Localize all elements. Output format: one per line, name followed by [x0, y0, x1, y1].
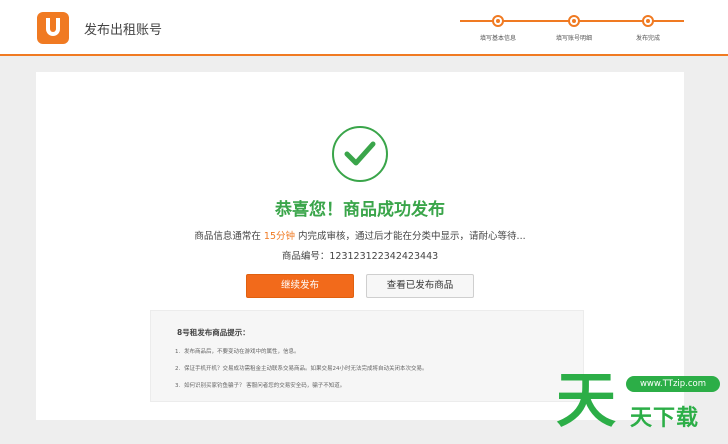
step-3-label: 发布完成 [635, 35, 660, 42]
step-2-dot-icon [568, 15, 580, 27]
site-watermark: 天 www.TTzip.com 天下载 [556, 366, 722, 440]
step-3-dot-icon [642, 15, 654, 27]
product-number: 商品编号：123123122342423443 [36, 248, 684, 262]
tip-item: 2. 保证手机开机？交易成功需租金主动联系交易商品。如果交易24小时无法完成将自动… [175, 366, 428, 372]
tips-title: 8号租发布商品提示： [177, 328, 250, 337]
success-check-icon [332, 126, 388, 182]
progress-steps: 填写基本信息 填写账号明细 发布完成 [460, 10, 684, 46]
product-number-label: 商品编号： [281, 251, 330, 262]
watermark-glyph: 天 [556, 366, 616, 436]
notice-prefix: 商品信息通常在 [194, 231, 261, 242]
review-notice: 商品信息通常在 15分钟 内完成审核，通过后才能在分类中显示，请耐心等待... [36, 228, 684, 242]
notice-suffix: 内完成审核，通过后才能在分类中显示，请耐心等待... [298, 231, 526, 242]
tip-item: 3. 如何识别买家钓鱼骗子？ 客服问者您的交易安全码，骗子不知道。 [175, 383, 346, 389]
tips-box: 8号租发布商品提示： 1. 发布商品后，不要变动在游戏中的属性，信息。 2. 保证手… [150, 310, 584, 402]
watermark-url: www.TTzip.com [626, 376, 720, 392]
app-logo-icon [37, 12, 69, 44]
continue-publish-button[interactable]: 继续发布 [246, 274, 354, 298]
step-2-label: 填写账号明细 [555, 35, 592, 42]
product-number-value: 123123122342423443 [329, 251, 439, 262]
success-title: 恭喜您！商品成功发布 [275, 200, 445, 220]
page-title: 发布出租账号 [84, 23, 163, 38]
view-published-button[interactable]: 查看已发布商品 [366, 274, 474, 298]
step-1-label: 填写基本信息 [479, 35, 516, 42]
notice-highlight: 15分钟 [263, 231, 296, 242]
watermark-name: 天下载 [630, 406, 700, 431]
top-header: 发布出租账号 填写基本信息 填写账号明细 发布完成 [0, 0, 728, 56]
tip-item: 1. 发布商品后，不要变动在游戏中的属性，信息。 [175, 349, 300, 355]
step-1-dot-icon [492, 15, 504, 27]
